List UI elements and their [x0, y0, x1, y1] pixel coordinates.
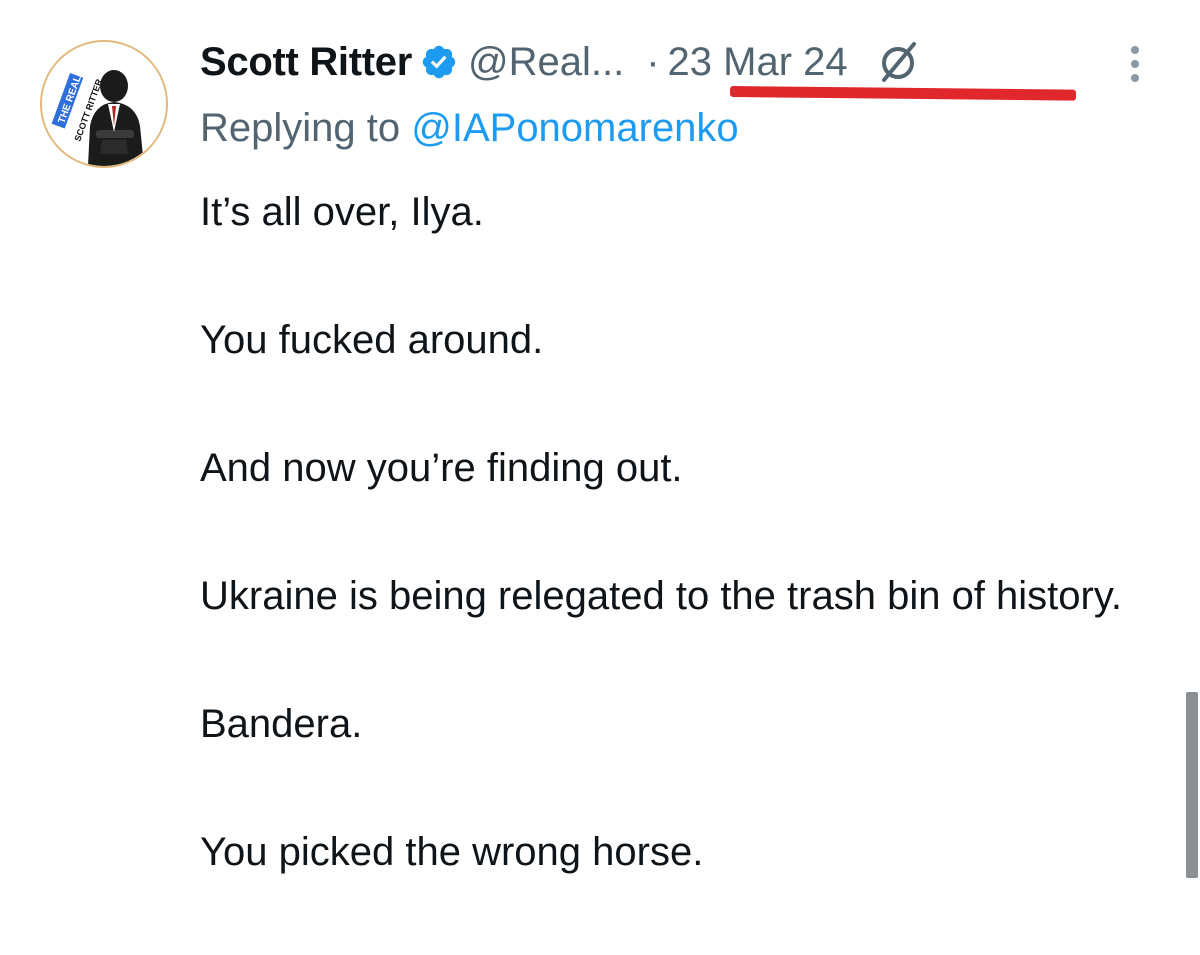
replying-to: Replying to @IAPonomarenko: [200, 106, 739, 151]
tweet-date[interactable]: 23 Mar 24: [668, 40, 848, 85]
separator-dot: ·: [646, 39, 660, 84]
tweet-view: THE REAL SCOTT RITTER Scott Ritter @Real…: [0, 0, 1200, 955]
tweet-paragraph: And now you’re finding out.: [200, 446, 683, 490]
avatar-image: THE REAL SCOTT RITTER: [42, 42, 166, 166]
tweet-paragraph: Ukraine is being relegated to the trash …: [200, 574, 1122, 618]
author-display-name[interactable]: Scott Ritter: [200, 40, 412, 85]
more-vertical-icon[interactable]: [1122, 42, 1148, 86]
tweet-paragraph: It’s all over, Ilya.: [200, 190, 484, 234]
avatar[interactable]: THE REAL SCOTT RITTER: [40, 40, 168, 168]
author-handle[interactable]: @Real...: [468, 40, 624, 85]
verified-badge-icon[interactable]: [420, 43, 458, 81]
tweet-text: It’s all over, Ilya. You fucked around. …: [200, 180, 1170, 884]
replying-to-prefix: Replying to: [200, 106, 412, 150]
tweet-paragraph: Bandera.: [200, 702, 363, 746]
tweet-paragraph: You picked the wrong horse.: [200, 830, 704, 874]
replying-to-mention-link[interactable]: @IAPonomarenko: [411, 106, 738, 150]
tweet-header: Scott Ritter @Real... · 23 Mar 24: [200, 34, 920, 90]
tweet-paragraph: You fucked around.: [200, 318, 544, 362]
grok-icon[interactable]: [876, 40, 920, 84]
annotation-underline: [729, 86, 1077, 101]
scrollbar-thumb[interactable]: [1186, 692, 1198, 878]
